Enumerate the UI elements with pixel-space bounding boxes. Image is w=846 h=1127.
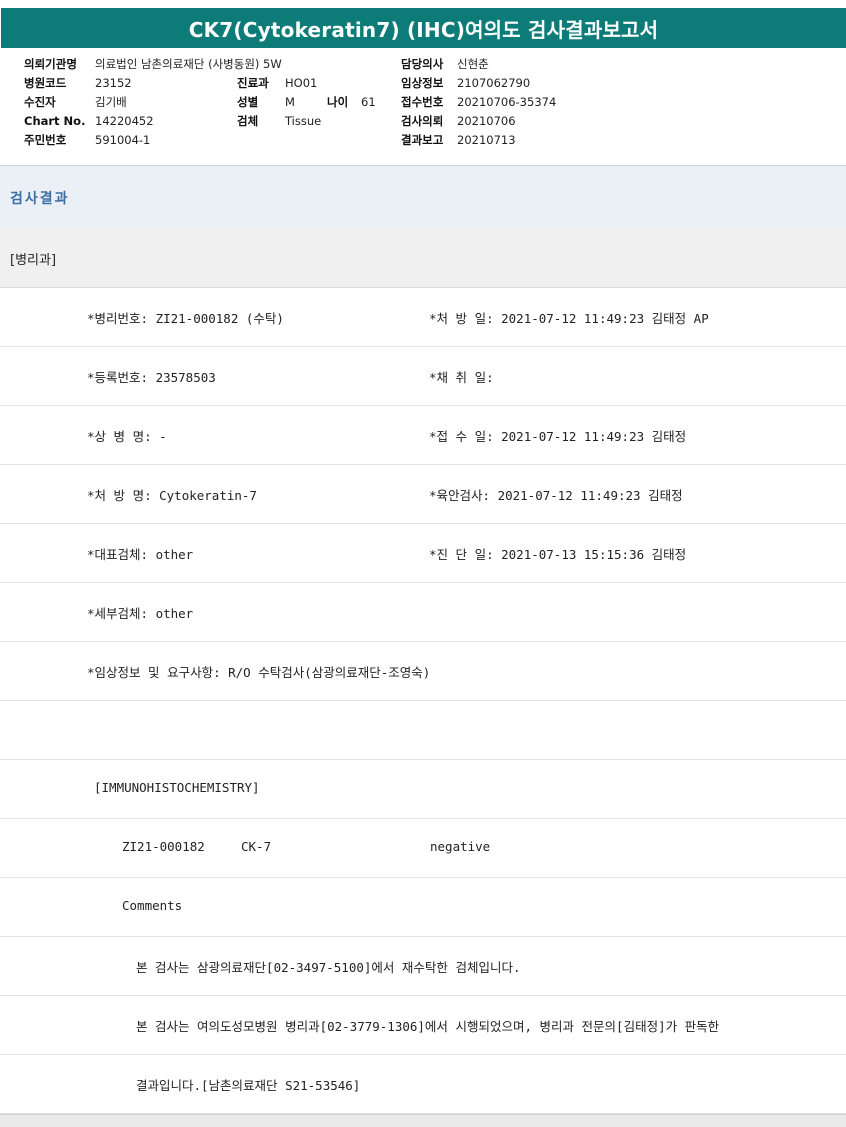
hospital-code-value: 23152	[95, 76, 132, 90]
detail-row: *상 병 명: - *접 수 일: 2021-07-12 11:49:23 김태…	[0, 406, 846, 465]
receipt-value: 20210706-35374	[457, 95, 557, 109]
comment-row: 결과입니다.[남촌의료재단 S21-53546]	[0, 1055, 846, 1114]
specimen-label: 검체	[237, 114, 259, 128]
institution-value: 의료법인 남촌의료재단 (사병동원) 5W	[95, 57, 282, 71]
collection-date: *채 취 일:	[429, 370, 494, 385]
chart-label: Chart No.	[24, 114, 86, 128]
disease-name: *상 병 명: -	[87, 429, 167, 444]
chart-value: 14220452	[95, 114, 154, 128]
institution-row: 의뢰기관명 의료법인 남촌의료재단 (사병동원) 5W	[24, 55, 282, 74]
comment-text-2: 본 검사는 여의도성모병원 병리과[02-3779-1306]에서 시행되었으며…	[136, 1019, 720, 1034]
doctor-row: 담당의사 신현춘	[401, 55, 556, 74]
bottom-scroll-area	[0, 1114, 846, 1127]
resident-row: 주민번호 591004-1	[24, 131, 282, 150]
ihc-result-value: negative	[430, 839, 491, 854]
main-specimen: *대표검체: other	[87, 547, 194, 562]
detail-row: *병리번호: ZI21-000182 (수탁) *처 방 일: 2021-07-…	[0, 288, 846, 347]
department-label: [병리과]	[10, 253, 57, 268]
detail-row: *대표검체: other *진 단 일: 2021-07-13 15:15:36…	[0, 524, 846, 583]
detail-row: *세부검체: other	[0, 583, 846, 642]
receipt-label: 접수번호	[401, 95, 444, 109]
sex-value: M	[285, 95, 295, 109]
request-row: 검사의뢰 20210706	[401, 112, 556, 131]
examinee-label: 수진자	[24, 95, 56, 109]
dept-label: 진료과	[237, 76, 269, 90]
clinical-row: 임상정보 2107062790	[401, 74, 556, 93]
reception-date: *접 수 일: 2021-07-12 11:49:23 김태정	[429, 429, 687, 444]
patient-info-col2: 진료과 HO01 성별 M 나이 61 검체 Tissue	[237, 74, 376, 131]
report-title: CK7(Cytokeratin7) (IHC)여의도 검사결과보고서	[1, 8, 846, 48]
results-section-title: 검사결과	[10, 191, 70, 207]
ihc-result-marker: CK-7	[241, 839, 272, 854]
comment-text-3: 결과입니다.[남촌의료재단 S21-53546]	[136, 1078, 361, 1093]
doctor-label: 담당의사	[401, 57, 444, 71]
department-section-header: [병리과]	[0, 229, 846, 288]
report-date-value: 20210713	[457, 133, 516, 147]
detail-row: *임상정보 및 요구사항: R/O 수탁검사(삼광의료재단-조영숙)	[0, 642, 846, 701]
request-label: 검사의뢰	[401, 114, 444, 128]
ihc-result-id: ZI21-000182	[122, 839, 205, 854]
prescription-date: *처 방 일: 2021-07-12 11:49:23 김태정 AP	[429, 311, 709, 326]
specimen-value: Tissue	[285, 114, 322, 128]
ihc-result-row: ZI21-000182 CK-7 negative	[0, 819, 846, 878]
ihc-header: [IMMUNOHISTOCHEMISTRY]	[94, 780, 260, 795]
diagnosis-date: *진 단 일: 2021-07-13 15:15:36 김태정	[429, 547, 687, 562]
report-date-label: 결과보고	[401, 133, 444, 147]
results-section-header: 검사결과	[0, 165, 846, 230]
sex-age-row: 성별 M 나이 61	[237, 93, 376, 112]
empty-row	[0, 701, 846, 760]
detail-row: *처 방 명: Cytokeratin-7 *육안검사: 2021-07-12 …	[0, 465, 846, 524]
sex-label: 성별	[237, 95, 259, 109]
report-date-row: 결과보고 20210713	[401, 131, 556, 150]
institution-label: 의뢰기관명	[24, 57, 77, 71]
age-value: 61	[361, 95, 376, 109]
comments-label: Comments	[122, 898, 183, 913]
dept-value: HO01	[285, 76, 318, 90]
sub-specimen: *세부검체: other	[87, 606, 194, 621]
registration-number: *등록번호: 23578503	[87, 370, 216, 385]
resident-label: 주민번호	[24, 133, 67, 147]
pathology-number: *병리번호: ZI21-000182 (수탁)	[87, 311, 284, 326]
receipt-row: 접수번호 20210706-35374	[401, 93, 556, 112]
comment-row: 본 검사는 여의도성모병원 병리과[02-3779-1306]에서 시행되었으며…	[0, 996, 846, 1055]
resident-value: 591004-1	[95, 133, 151, 147]
doctor-value: 신현춘	[457, 57, 489, 71]
clinical-label: 임상정보	[401, 76, 444, 90]
clinical-request: *임상정보 및 요구사항: R/O 수탁검사(삼광의료재단-조영숙)	[87, 665, 431, 680]
specimen-row: 검체 Tissue	[237, 112, 376, 131]
dept-row: 진료과 HO01	[237, 74, 376, 93]
ihc-header-row: [IMMUNOHISTOCHEMISTRY]	[0, 760, 846, 819]
comment-row: 본 검사는 삼광의료재단[02-3497-5100]에서 재수탁한 검체입니다.	[0, 937, 846, 996]
prescription-name: *처 방 명: Cytokeratin-7	[87, 488, 257, 503]
patient-info-col3: 담당의사 신현춘 임상정보 2107062790 접수번호 20210706-3537…	[401, 55, 556, 150]
comment-text-1: 본 검사는 삼광의료재단[02-3497-5100]에서 재수탁한 검체입니다.	[136, 960, 521, 975]
examinee-value: 김기배	[95, 95, 127, 109]
hospital-code-label: 병원코드	[24, 76, 67, 90]
comments-label-row: Comments	[0, 878, 846, 937]
request-value: 20210706	[457, 114, 516, 128]
clinical-value: 2107062790	[457, 76, 531, 90]
gross-exam: *육안검사: 2021-07-12 11:49:23 김태정	[429, 488, 683, 503]
age-label: 나이	[327, 95, 349, 109]
detail-row: *등록번호: 23578503 *채 취 일:	[0, 347, 846, 406]
